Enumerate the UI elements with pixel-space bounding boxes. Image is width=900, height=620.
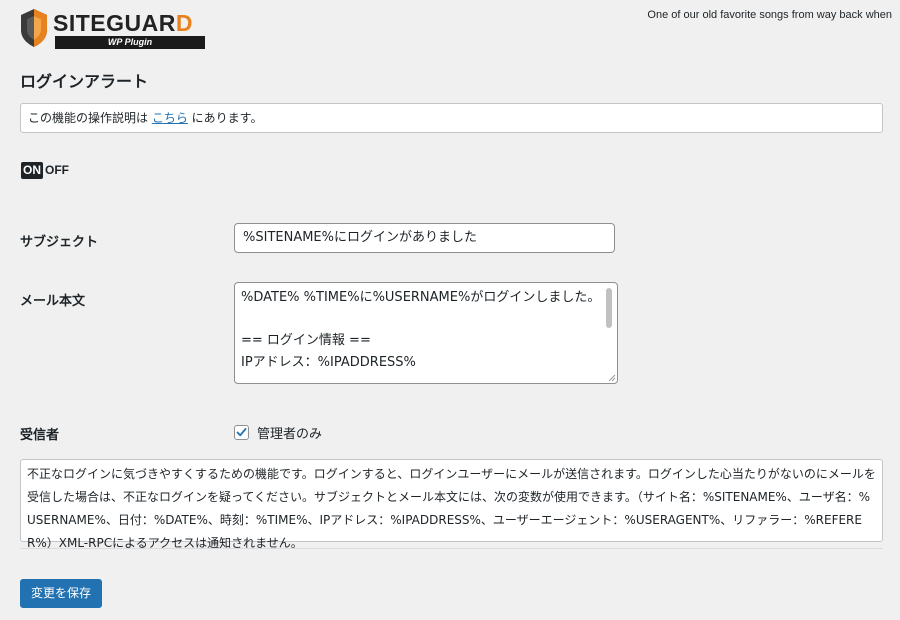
scrollbar-thumb[interactable] xyxy=(606,288,612,328)
mail-body-text: %DATE% %TIME%に%USERNAME%がログインしました。 == ログ… xyxy=(241,290,601,370)
admin-only-checkbox[interactable] xyxy=(234,425,249,440)
resize-grip-icon[interactable] xyxy=(606,372,616,382)
checkmark-icon xyxy=(236,428,247,437)
settings-page: SITEGUARD WP Plugin One of our old favor… xyxy=(0,0,900,620)
toggle-off-label[interactable]: OFF xyxy=(43,162,71,179)
recipient-label: 受信者 xyxy=(20,428,60,443)
subject-label: サブジェクト xyxy=(20,235,99,250)
help-text-after: にあります。 xyxy=(187,111,263,125)
toggle-on-label[interactable]: ON xyxy=(21,162,43,179)
logo-wordmark: SITEGUARD xyxy=(53,10,193,36)
help-link[interactable]: こちら xyxy=(152,111,188,125)
feature-description: 不正なログインに気づきやすくするための機能です。ログインすると、ログインユーザー… xyxy=(20,459,883,550)
admin-only-label[interactable]: 管理者のみ xyxy=(257,423,322,442)
logo-subtext: WP Plugin xyxy=(55,36,205,49)
siteguard-logo: SITEGUARD WP Plugin xyxy=(19,8,209,50)
help-text-before: この機能の操作説明は xyxy=(28,111,152,125)
mail-body-textarea[interactable]: %DATE% %TIME%に%USERNAME%がログインしました。 == ログ… xyxy=(234,282,618,384)
shield-icon xyxy=(21,9,47,47)
divider xyxy=(20,548,883,549)
hello-dolly-quote: One of our old favorite songs from way b… xyxy=(647,9,892,21)
help-notice: この機能の操作説明は こちら にあります。 xyxy=(20,103,883,133)
save-button[interactable]: 変更を保存 xyxy=(20,579,103,608)
subject-input[interactable]: %SITENAME%にログインがありました xyxy=(234,223,615,253)
textarea-scrollbar[interactable] xyxy=(606,285,615,371)
mail-body-label: メール本文 xyxy=(20,294,86,309)
feature-toggle[interactable]: ON OFF xyxy=(21,162,71,179)
page-title: ログインアラート xyxy=(20,72,149,91)
